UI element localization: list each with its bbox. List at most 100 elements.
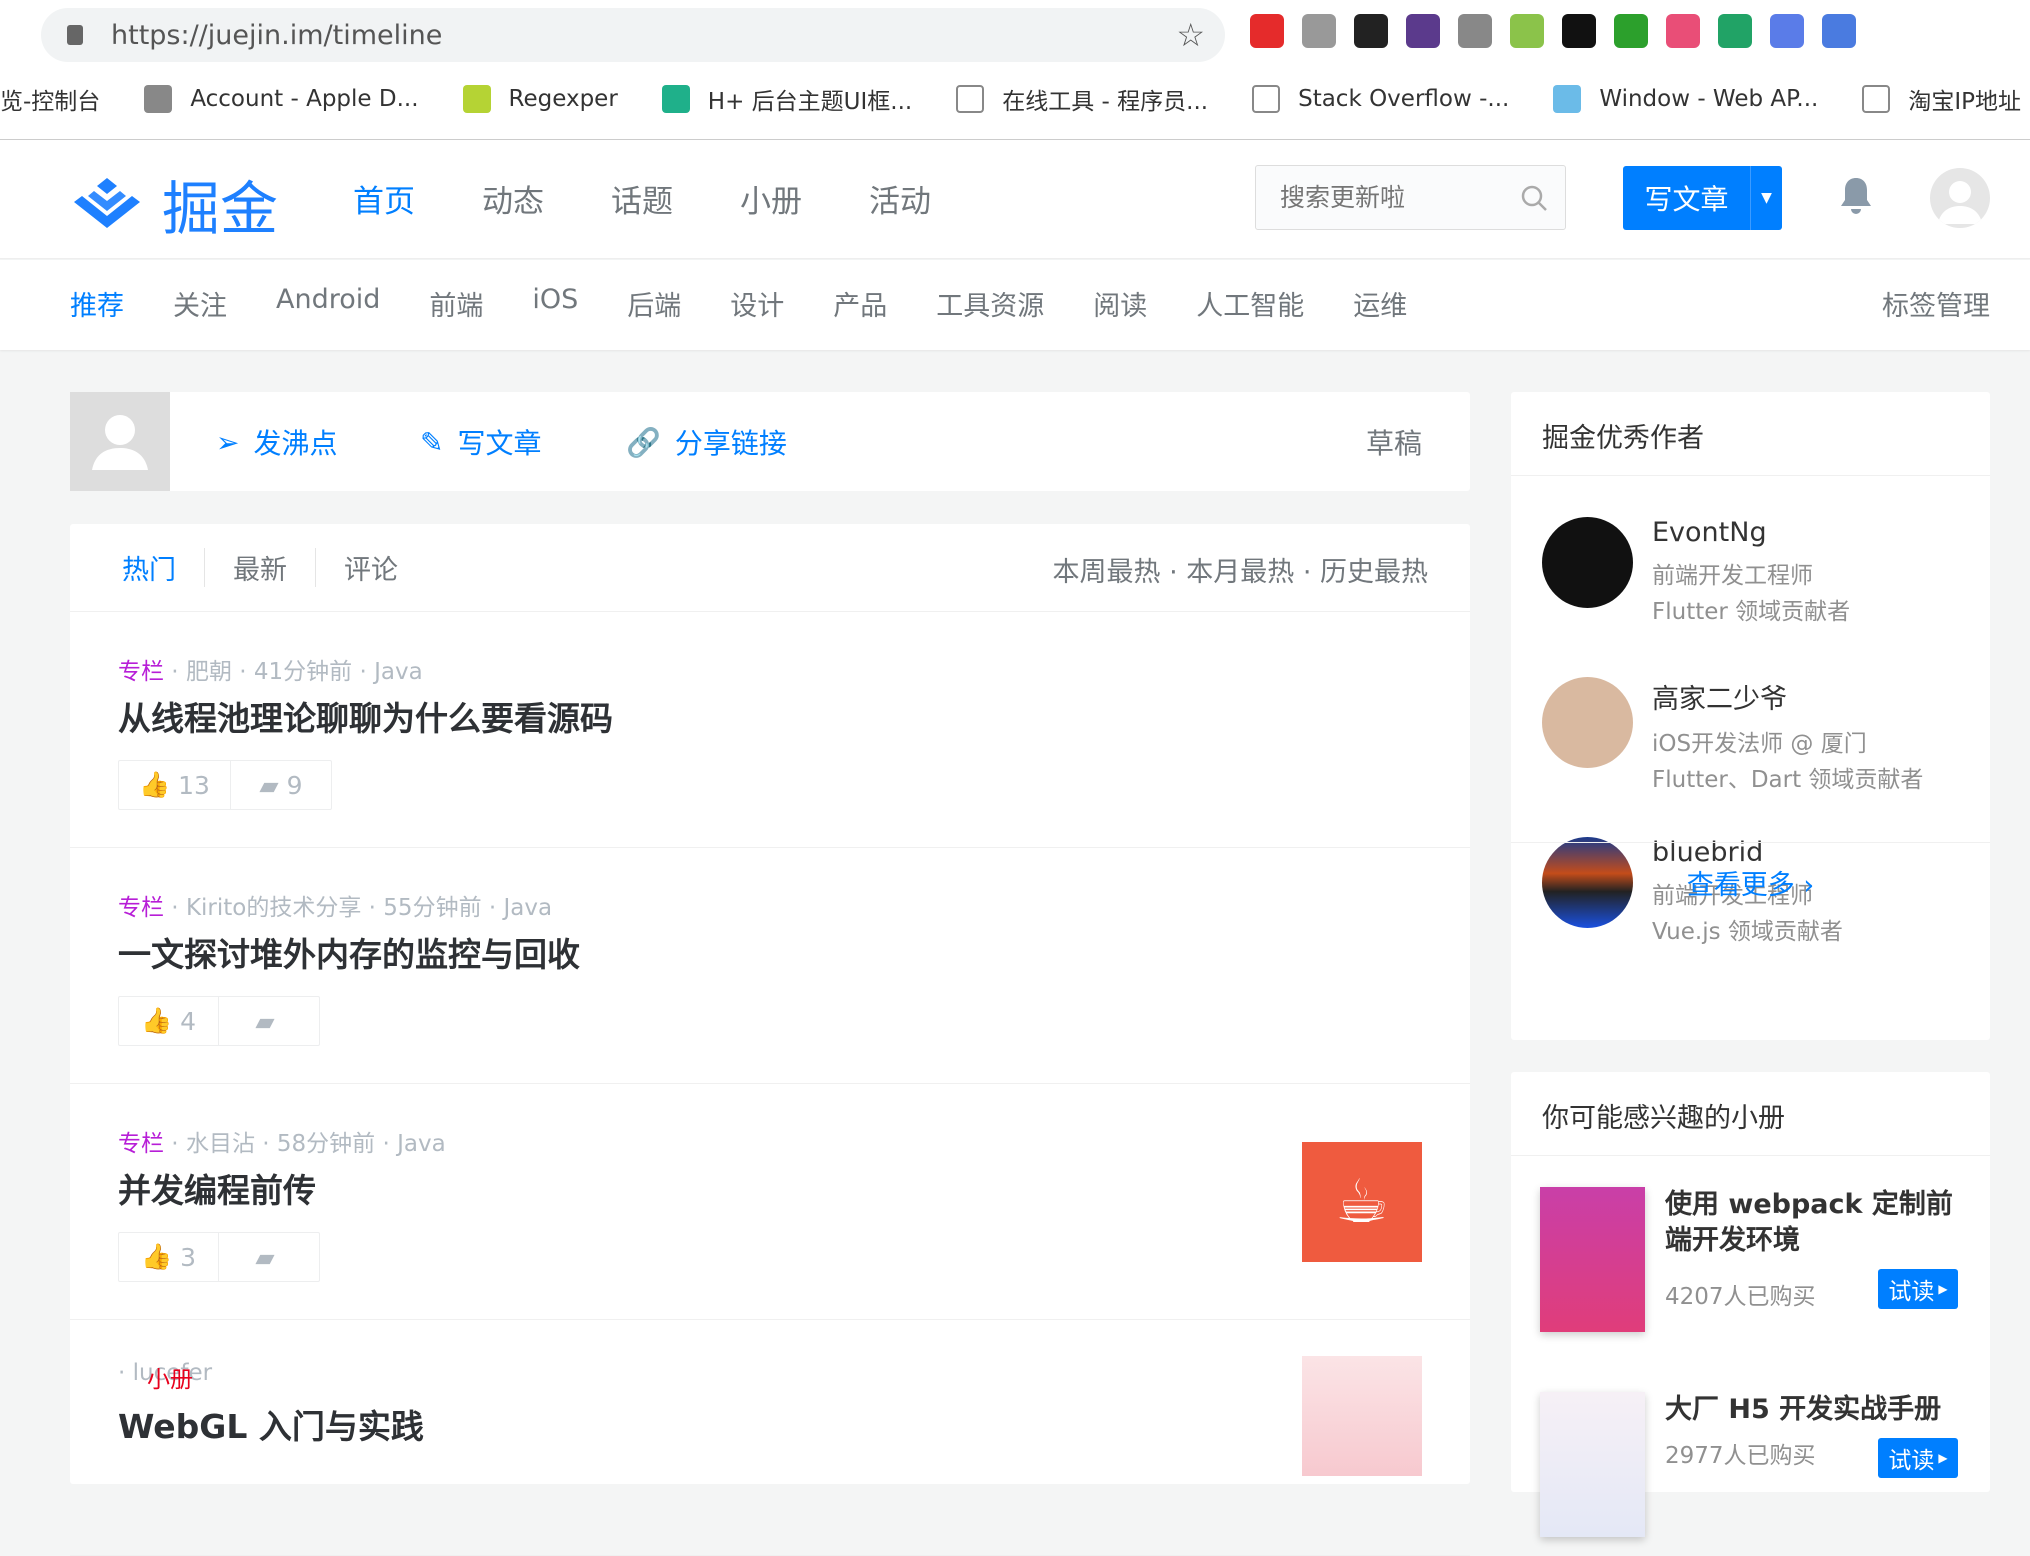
bookmark-star-icon[interactable]: ☆: [1176, 16, 1205, 54]
article-item[interactable]: 小册 · lucefer WebGL 入门与实践: [70, 1320, 1470, 1556]
nav-item[interactable]: 话题: [611, 176, 673, 221]
bookmark-item[interactable]: 在线工具 - 程序员...: [956, 82, 1208, 116]
article-author[interactable]: Kirito的技术分享: [186, 895, 361, 921]
article-thumbnail[interactable]: ☕: [1302, 1142, 1422, 1262]
category-tab[interactable]: 设计: [730, 284, 784, 323]
article-tag[interactable]: Java: [504, 895, 553, 921]
extension-icon[interactable]: [1302, 14, 1336, 48]
search-input[interactable]: [1280, 183, 1520, 212]
sort-tab[interactable]: 最新: [205, 548, 316, 587]
bookmark-item[interactable]: 淘宝IP地址: [1862, 82, 2021, 116]
article-item[interactable]: 专栏 · 肥朝 · 41分钟前 · Java 从线程池理论聊聊为什么要看源码 👍 13…: [70, 612, 1470, 848]
extension-icon[interactable]: [1562, 14, 1596, 48]
article-category[interactable]: 小册: [147, 1360, 193, 1394]
search-icon[interactable]: [1520, 184, 1548, 212]
category-tab[interactable]: 阅读: [1093, 284, 1147, 323]
book-title[interactable]: 使用 webpack 定制前端开发环境: [1665, 1187, 1955, 1259]
article-category[interactable]: 专栏: [118, 1131, 164, 1157]
comment-button[interactable]: ▰: [219, 1233, 319, 1281]
book-title[interactable]: 大厂 H5 开发实战手册: [1665, 1392, 1955, 1428]
extension-icon[interactable]: [1354, 14, 1388, 48]
article-author[interactable]: 水目沾: [186, 1131, 255, 1157]
article-thumbnail[interactable]: [1302, 1356, 1422, 1476]
article-list: 热门 最新 评论 本周最热 · 本月最热 · 历史最热 专栏 · 肥朝 · 41分钟…: [70, 524, 1470, 1556]
article-tag[interactable]: Java: [397, 1131, 446, 1157]
user-avatar[interactable]: [1930, 168, 1990, 228]
comment-button[interactable]: ▰: [219, 997, 319, 1045]
compose-write-button[interactable]: ✎ 写文章: [420, 422, 541, 462]
juejin-logo[interactable]: 掘金: [70, 162, 278, 246]
article-title[interactable]: WebGL 入门与实践: [118, 1400, 424, 1448]
category-tab[interactable]: 工具资源: [936, 284, 1044, 323]
tag-manage-link[interactable]: 标签管理: [1882, 284, 1990, 323]
author-item[interactable]: 高家二少爷 iOS开发法师 @ 厦门 Flutter、Dart 领域贡献者: [1542, 677, 1923, 794]
bookmark-item[interactable]: Window - Web AP...: [1553, 82, 1818, 116]
try-read-button[interactable]: 试读 ▶: [1878, 1269, 1958, 1309]
category-tab[interactable]: 人工智能: [1196, 284, 1304, 323]
author-avatar[interactable]: [1542, 677, 1633, 768]
article-author[interactable]: 肥朝: [186, 659, 232, 685]
extension-icon[interactable]: [1666, 14, 1700, 48]
article-tag[interactable]: Java: [374, 659, 423, 685]
article-title[interactable]: 一文探讨堆外内存的监控与回收: [118, 928, 580, 976]
author-avatar[interactable]: [1542, 517, 1633, 608]
category-tab[interactable]: 推荐: [70, 284, 124, 323]
try-read-button[interactable]: 试读 ▶: [1878, 1438, 1958, 1478]
category-tab[interactable]: 运维: [1353, 284, 1407, 323]
extension-icon[interactable]: [1822, 14, 1856, 48]
author-item[interactable]: EvontNg 前端开发工程师 Flutter 领域贡献者: [1542, 517, 1850, 626]
bookmark-item[interactable]: H+ 后台主题UI框...: [661, 82, 912, 116]
article-title[interactable]: 并发编程前传: [118, 1164, 316, 1212]
category-tab[interactable]: 产品: [833, 284, 887, 323]
article-category[interactable]: 专栏: [118, 895, 164, 921]
like-button[interactable]: 👍 13: [119, 761, 231, 809]
author-name[interactable]: EvontNg: [1652, 517, 1850, 548]
share-link-button[interactable]: 🔗 分享链接: [626, 422, 787, 462]
view-more-link[interactable]: 查看更多 ›: [1511, 842, 1990, 926]
like-button[interactable]: 👍 4: [119, 997, 219, 1045]
bookmark-item[interactable]: Stack Overflow -...: [1252, 82, 1509, 116]
extension-icon[interactable]: [1770, 14, 1804, 48]
category-tab[interactable]: 前端: [429, 284, 483, 323]
caret-down-icon[interactable]: ▼: [1750, 166, 1782, 230]
article-item[interactable]: 专栏 · Kirito的技术分享 · 55分钟前 · Java 一文探讨堆外内存的…: [70, 848, 1470, 1084]
book-item[interactable]: 大厂 H5 开发实战手册 2977人已购买 试读 ▶: [1540, 1392, 1958, 1537]
book-cover[interactable]: [1540, 1187, 1645, 1332]
extension-icon[interactable]: [1250, 14, 1284, 48]
nav-item[interactable]: 首页: [353, 176, 415, 221]
book-item[interactable]: 使用 webpack 定制前端开发环境 4207人已购买 试读 ▶: [1540, 1187, 1958, 1332]
comment-button[interactable]: ▰ 9: [231, 761, 331, 809]
book-cover[interactable]: [1540, 1392, 1645, 1537]
address-bar[interactable]: https://juejin.im/timeline ☆: [41, 8, 1225, 62]
drafts-link[interactable]: 草稿: [1366, 422, 1422, 462]
author-domain: Flutter 领域贡献者: [1652, 599, 1851, 625]
category-tab[interactable]: Android: [276, 284, 380, 323]
like-button[interactable]: 👍 3: [119, 1233, 219, 1281]
write-article-button[interactable]: 写文章 ▼: [1623, 166, 1782, 230]
like-count: 3: [180, 1242, 197, 1272]
bookmark-item[interactable]: Account - Apple D...: [144, 82, 419, 116]
search-box[interactable]: [1255, 165, 1566, 230]
nav-item[interactable]: 动态: [482, 176, 544, 221]
category-tab[interactable]: 关注: [173, 284, 227, 323]
period-filter[interactable]: 本周最热 · 本月最热 · 历史最热: [1053, 550, 1429, 589]
category-tab[interactable]: iOS: [532, 284, 578, 323]
bookmark-item[interactable]: Regexper: [462, 82, 618, 116]
post-pin-button[interactable]: ➢ 发沸点: [216, 422, 337, 462]
notification-bell-icon[interactable]: [1838, 176, 1874, 225]
extension-icon[interactable]: [1458, 14, 1492, 48]
author-name[interactable]: 高家二少爷: [1652, 677, 1923, 716]
nav-item[interactable]: 小册: [740, 176, 802, 221]
article-item[interactable]: 专栏 · 水目沾 · 58分钟前 · Java 并发编程前传 👍 3 ▰ ☕: [70, 1084, 1470, 1320]
article-category[interactable]: 专栏: [118, 659, 164, 685]
extension-icon[interactable]: [1614, 14, 1648, 48]
extension-icon[interactable]: [1718, 14, 1752, 48]
sort-tab[interactable]: 热门: [122, 548, 205, 587]
sort-tab[interactable]: 评论: [316, 548, 426, 587]
extension-icon[interactable]: [1510, 14, 1544, 48]
nav-item[interactable]: 活动: [869, 176, 931, 221]
category-tab[interactable]: 后端: [627, 284, 681, 323]
bookmark-item[interactable]: 览-控制台: [0, 82, 100, 116]
article-title[interactable]: 从线程池理论聊聊为什么要看源码: [118, 692, 613, 740]
extension-icon[interactable]: [1406, 14, 1440, 48]
